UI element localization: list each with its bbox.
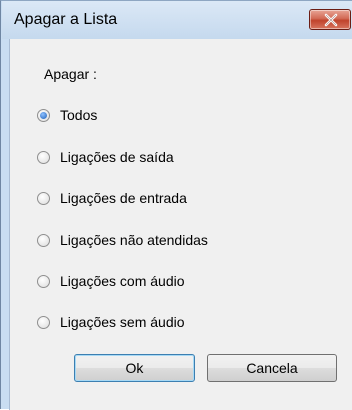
radio-button[interactable] <box>37 274 50 288</box>
cancel-button[interactable]: Cancela <box>207 354 337 382</box>
dialog-body: Apagar : Todos Ligações de saída Ligaçõe… <box>9 39 352 410</box>
title-bar[interactable]: Apagar a Lista <box>2 1 352 39</box>
radio-label: Todos <box>60 107 98 123</box>
radio-button[interactable] <box>37 315 50 329</box>
window-title: Apagar a Lista <box>14 11 118 28</box>
close-icon <box>324 13 338 27</box>
radio-button[interactable] <box>37 150 50 164</box>
radio-option-nao-atendidas[interactable]: Ligações não atendidas <box>37 230 208 250</box>
radio-label: Ligações com áudio <box>60 273 185 289</box>
radio-option-saida[interactable]: Ligações de saída <box>37 147 174 167</box>
radio-button[interactable] <box>37 233 50 247</box>
radio-button-checked[interactable] <box>37 108 50 122</box>
ok-button[interactable]: Ok <box>74 354 195 382</box>
close-button[interactable] <box>309 9 351 30</box>
dialog-window: Apagar a Lista Apagar : Todos Ligações d… <box>0 0 352 410</box>
radio-option-sem-audio[interactable]: Ligações sem áudio <box>37 312 185 332</box>
radio-option-entrada[interactable]: Ligações de entrada <box>37 188 187 208</box>
radio-label: Ligações de entrada <box>60 190 187 206</box>
radio-label: Ligações não atendidas <box>60 232 208 248</box>
group-label: Apagar : <box>44 66 97 82</box>
radio-label: Ligações de saída <box>60 149 174 165</box>
radio-button[interactable] <box>37 191 50 205</box>
radio-option-todos[interactable]: Todos <box>37 105 97 125</box>
radio-label: Ligações sem áudio <box>60 314 185 330</box>
radio-option-com-audio[interactable]: Ligações com áudio <box>37 271 185 291</box>
